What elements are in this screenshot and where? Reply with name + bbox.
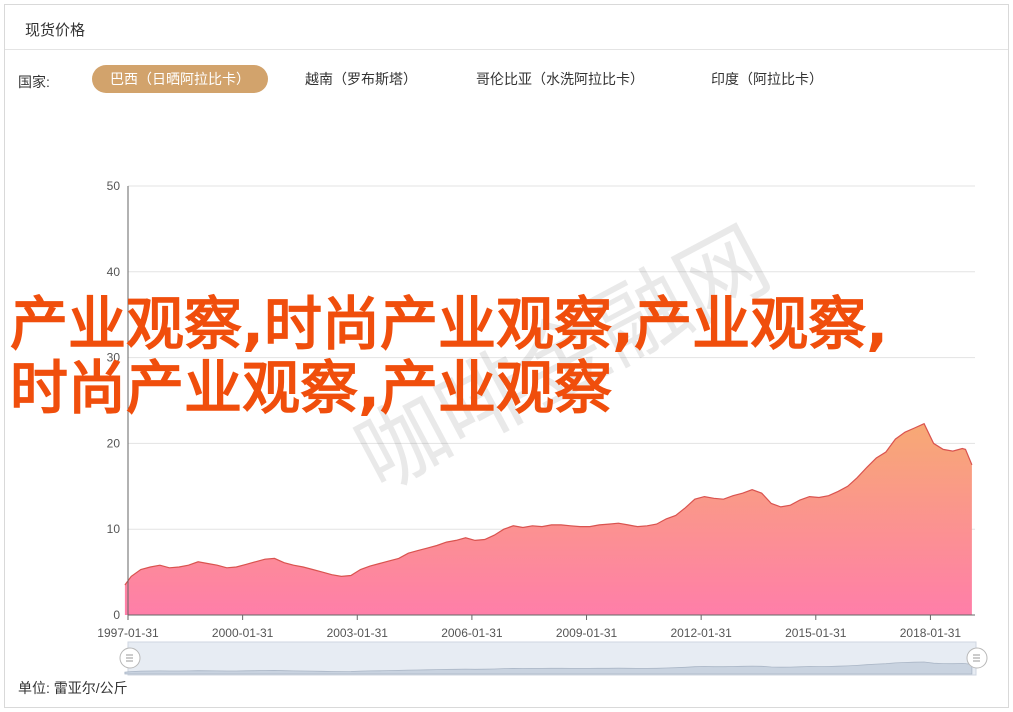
x-tick-label: 2009-01-31 [556,626,618,640]
y-tick-label: 50 [107,179,121,193]
x-tick-label: 2015-01-31 [785,626,847,640]
x-tick-label: 2012-01-31 [670,626,732,640]
y-tick-label: 20 [107,436,121,450]
x-tick-label: 1997-01-31 [97,626,159,640]
x-tick-label: 2003-01-31 [327,626,389,640]
y-tick-label: 40 [107,265,121,279]
series-area [124,423,972,615]
x-tick-label: 2018-01-31 [900,626,962,640]
x-tick-label: 2006-01-31 [441,626,503,640]
y-tick-labels: 0 10 20 30 40 50 [107,179,121,622]
y-tick-label: 30 [107,351,121,365]
x-tick-label: 2000-01-31 [212,626,274,640]
y-tick-label: 0 [113,608,120,622]
unit-label: 单位: 雷亚尔/公斤 [18,680,128,696]
price-area-chart: 0 10 20 30 40 50 1997-01-31 2000-01-31 2003-01-… [97,179,988,676]
zoom-handle-right[interactable] [966,647,988,669]
zoom-handle-left[interactable] [119,647,141,669]
x-tick-labels: 1997-01-31 2000-01-31 2003-01-31 2006-01-31… [97,615,961,640]
y-tick-label: 10 [107,522,121,536]
grid-lines [128,185,975,530]
